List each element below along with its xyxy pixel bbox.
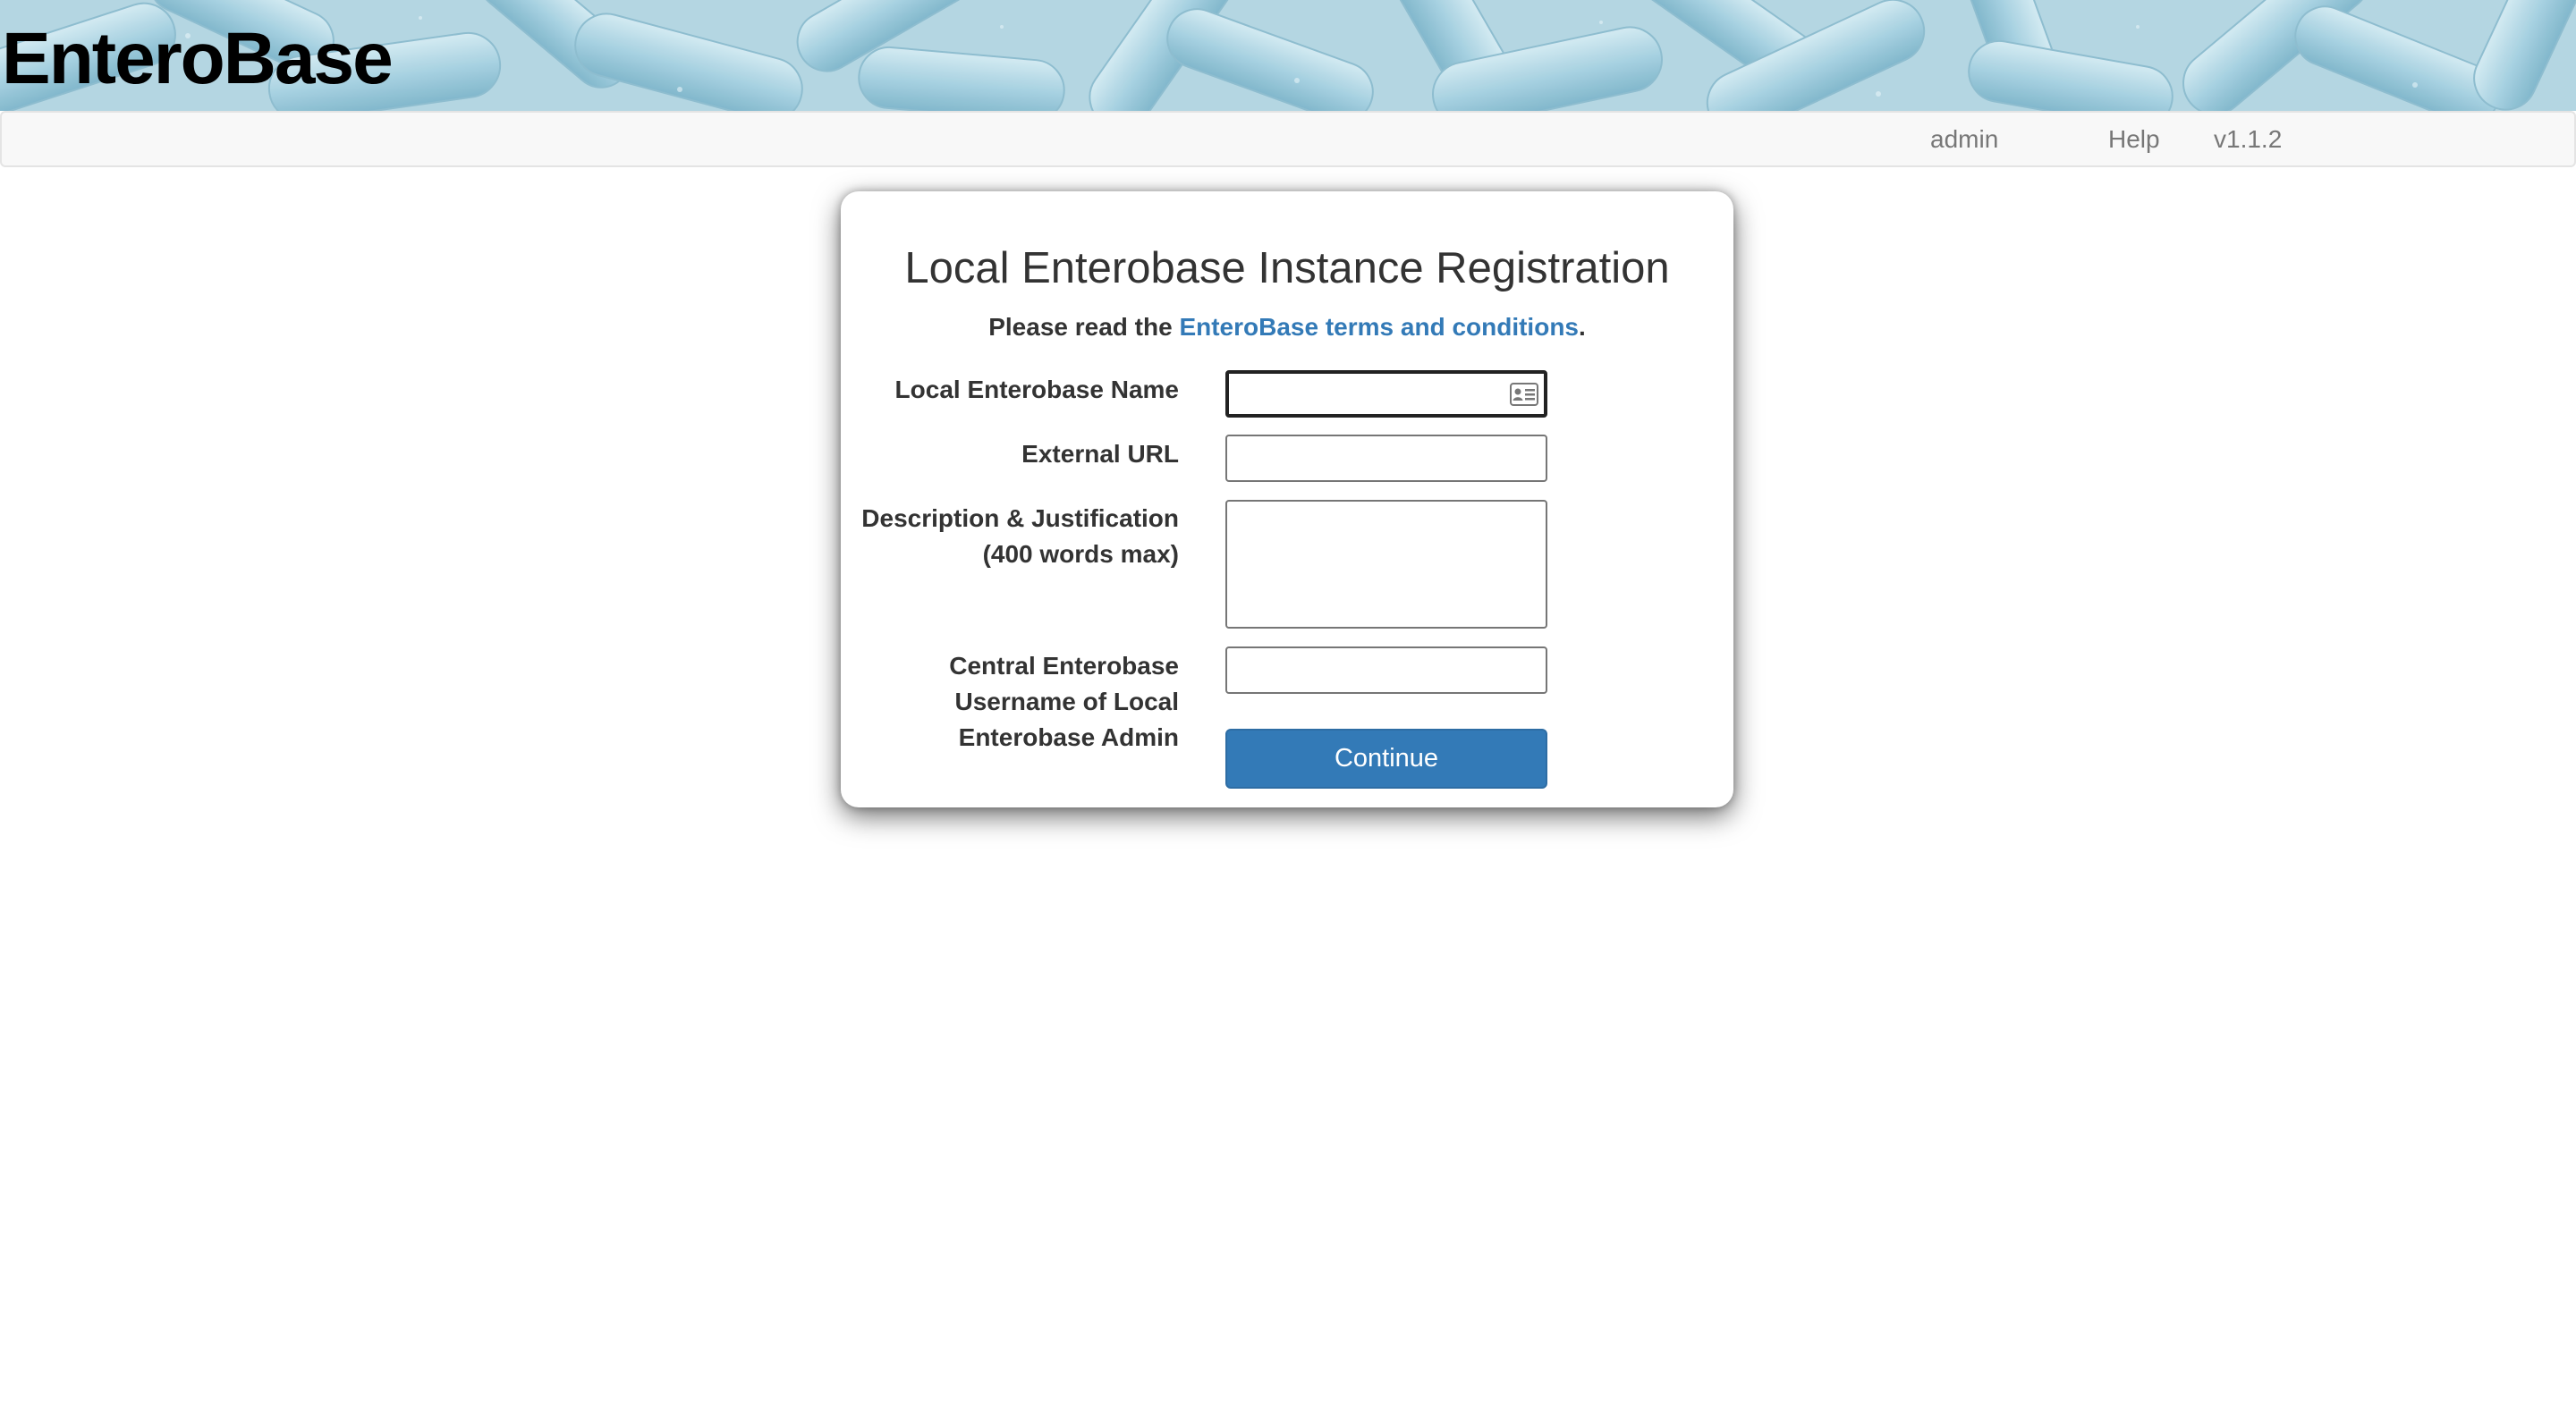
local-name-label: Local Enterobase Name	[894, 376, 1179, 403]
page-title: Local Enterobase Instance Registration	[904, 244, 1670, 292]
external-url-input[interactable]	[1225, 435, 1547, 482]
terms-notice: Please read the EnteroBase terms and con…	[841, 311, 1733, 343]
description-textarea[interactable]	[1225, 500, 1547, 629]
admin-username-label-line2: Username of Local	[954, 688, 1179, 715]
admin-username-input[interactable]	[1225, 646, 1547, 694]
terms-prefix: Please read the	[988, 313, 1180, 341]
header-banner: EnteroBase	[0, 0, 2576, 111]
version-label: v1.1.2	[2214, 125, 2283, 153]
description-label-line1: Description & Justification	[861, 504, 1179, 532]
nav-admin-link[interactable]: admin	[1930, 113, 1998, 165]
admin-username-label-line1: Central Enterobase	[949, 652, 1179, 680]
site-logo-title[interactable]: EnteroBase	[2, 16, 394, 102]
registration-card: Local Enterobase Instance Registration P…	[841, 191, 1733, 807]
terms-suffix: .	[1579, 313, 1586, 341]
top-navbar: admin Help v1.1.2	[0, 111, 2576, 167]
nav-help-link[interactable]: Help	[2108, 113, 2160, 165]
terms-link[interactable]: EnteroBase terms and conditions	[1179, 313, 1579, 341]
description-label: Description & Justification (400 words m…	[861, 501, 1179, 572]
contact-card-icon[interactable]	[1510, 383, 1538, 406]
external-url-label: External URL	[1021, 440, 1179, 468]
continue-button[interactable]: Continue	[1225, 729, 1547, 789]
local-name-input[interactable]	[1225, 370, 1547, 418]
admin-username-label: Central Enterobase Username of Local Ent…	[949, 648, 1179, 756]
description-label-line2: (400 words max)	[982, 540, 1179, 568]
admin-username-label-line3: Enterobase Admin	[958, 723, 1179, 751]
